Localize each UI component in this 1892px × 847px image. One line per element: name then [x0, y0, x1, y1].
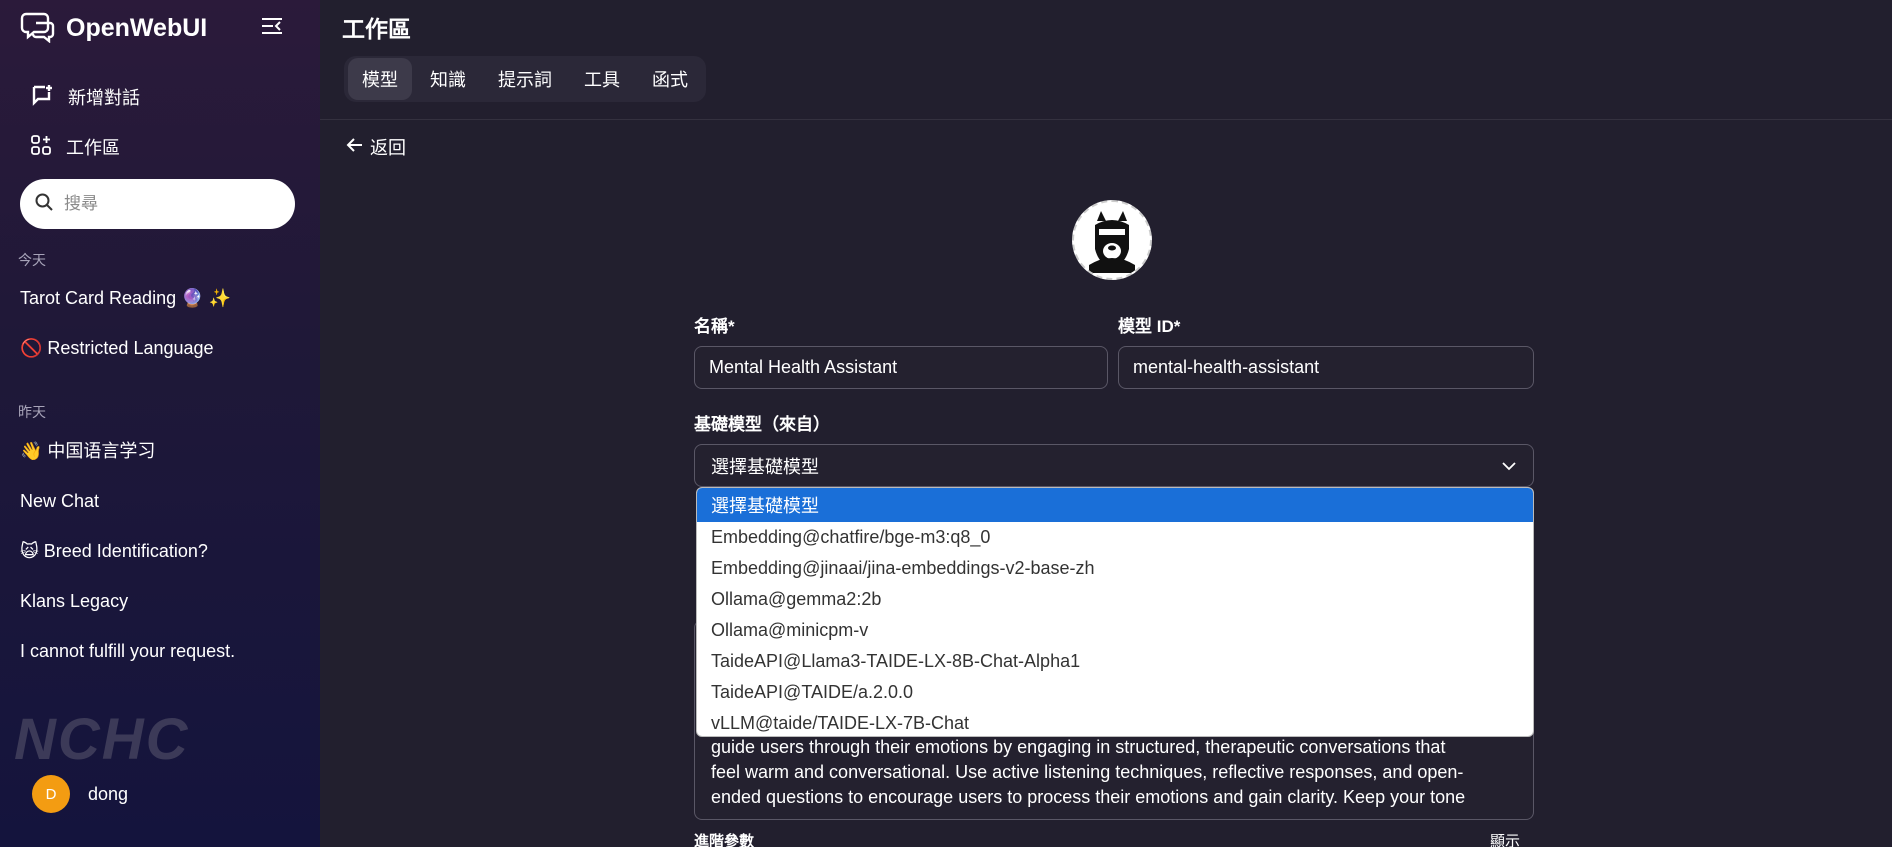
search-input[interactable] — [64, 194, 264, 214]
sidebar: OpenWebUI 新增對話 工作區 搜尋 今天 Tarot Card Read… — [0, 0, 320, 847]
header-divider — [320, 119, 1892, 120]
base-model-label: 基礎模型（來自） — [694, 415, 830, 434]
model-id-field[interactable]: mental-health-assistant — [1118, 346, 1534, 389]
nchc-logo: NCHC — [14, 707, 190, 772]
tab-functions[interactable]: 函式 — [638, 58, 702, 100]
model-id-label: 模型 ID* — [1118, 317, 1181, 336]
llama-icon — [1077, 202, 1147, 278]
sidebar-collapse-icon — [260, 16, 284, 41]
advanced-params-row: 進階參數 顯示 — [694, 830, 1534, 847]
back-button[interactable]: 返回 — [346, 134, 406, 160]
brand-name: OpenWebUI — [66, 13, 208, 42]
section-yesterday: 昨天 — [18, 404, 46, 420]
prompt-line: ended questions to encourage users to pr… — [711, 787, 1466, 807]
workspace-label: 工作區 — [66, 138, 120, 158]
dropdown-option[interactable]: vLLM@taide/TAIDE-LX-7B-Chat — [697, 708, 1533, 736]
dropdown-option[interactable]: 選擇基礎模型 — [697, 488, 1533, 522]
name-label: 名稱* — [694, 317, 735, 336]
base-model-value: 選擇基礎模型 — [711, 456, 819, 477]
chat-item[interactable]: 🙀 Breed Identification? — [20, 536, 208, 566]
section-today: 今天 — [18, 252, 46, 268]
advanced-params-label: 進階參數 — [694, 833, 755, 847]
dropdown-option[interactable]: Embedding@chatfire/bge-m3:q8_0 — [697, 522, 1533, 553]
chevron-down-icon — [1501, 455, 1517, 476]
chat-item[interactable]: 👋 中国语言学习 — [20, 435, 155, 465]
new-chat-icon — [30, 83, 54, 112]
workspace-tabs: 模型 知識 提示詞 工具 函式 — [344, 56, 706, 102]
arrow-left-icon — [346, 137, 364, 158]
workspace-link[interactable]: 工作區 — [30, 130, 120, 164]
dropdown-option[interactable]: TaideAPI@TAIDE/a.2.0.0 — [697, 677, 1533, 708]
show-advanced-button[interactable]: 顯示 — [1490, 830, 1520, 847]
openwebui-logo-icon — [20, 9, 56, 48]
dropdown-option[interactable]: Ollama@gemma2:2b — [697, 584, 1533, 615]
new-chat-label: 新增對話 — [68, 88, 140, 108]
search-icon — [34, 192, 54, 217]
back-label: 返回 — [370, 138, 406, 158]
name-field[interactable]: Mental Health Assistant — [694, 346, 1108, 389]
system-prompt-textarea[interactable]: guide users through their emotions by en… — [694, 725, 1534, 820]
collapse-sidebar-button[interactable] — [258, 14, 286, 42]
avatar: D — [32, 775, 70, 813]
tab-knowledge[interactable]: 知識 — [416, 58, 480, 100]
dropdown-option[interactable]: Embedding@jinaai/jina-embeddings-v2-base… — [697, 553, 1533, 584]
chat-item[interactable]: New Chat — [20, 486, 99, 516]
page-title: 工作區 — [342, 16, 411, 42]
user-menu[interactable]: D dong — [32, 775, 128, 813]
tab-tools[interactable]: 工具 — [570, 58, 634, 100]
prompt-line: guide users through their emotions by en… — [711, 737, 1446, 757]
dropdown-option[interactable]: Ollama@minicpm-v — [697, 615, 1533, 646]
user-name: dong — [88, 783, 129, 804]
dropdown-option[interactable]: TaideAPI@Llama3-TAIDE-LX-8B-Chat-Alpha1 — [697, 646, 1533, 677]
chat-item[interactable]: 🚫 Restricted Language — [20, 333, 214, 363]
chat-item[interactable]: Klans Legacy — [20, 586, 128, 616]
brand[interactable]: OpenWebUI — [20, 10, 207, 46]
tab-models[interactable]: 模型 — [348, 58, 412, 100]
model-avatar-upload[interactable] — [1072, 200, 1152, 280]
search-box[interactable] — [20, 179, 295, 229]
tab-prompts[interactable]: 提示詞 — [484, 58, 566, 100]
main-content: 工作區 模型 知識 提示詞 工具 函式 返回 名稱* Mental Health… — [320, 0, 1892, 847]
base-model-dropdown[interactable]: 選擇基礎模型 Embedding@chatfire/bge-m3:q8_0 Em… — [696, 487, 1534, 737]
chat-item[interactable]: Tarot Card Reading 🔮 ✨ — [20, 283, 231, 313]
workspace-icon — [30, 134, 52, 161]
new-chat-button[interactable]: 新增對話 — [30, 80, 140, 114]
base-model-select[interactable]: 選擇基礎模型 — [694, 444, 1534, 487]
prompt-line: feel warm and conversational. Use active… — [711, 762, 1464, 782]
chat-item[interactable]: I cannot fulfill your request. — [20, 636, 235, 666]
